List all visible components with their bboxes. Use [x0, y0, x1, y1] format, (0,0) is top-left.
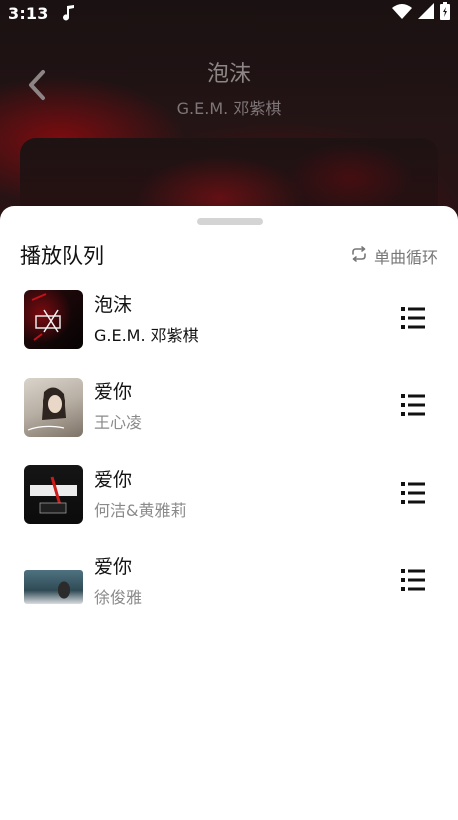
- queue-title: 播放队列: [20, 244, 104, 268]
- queue-item-artist: 何洁&黄雅莉: [94, 500, 187, 520]
- queue-item-artist: 徐俊雅: [94, 588, 143, 608]
- queue-item-menu-button[interactable]: [400, 481, 426, 508]
- list-menu-icon: [401, 394, 425, 420]
- sheet-drag-handle[interactable]: [197, 218, 263, 225]
- repeat-mode-button[interactable]: 单曲循环: [350, 244, 438, 268]
- album-thumbnail: [24, 290, 83, 350]
- music-note-icon: [62, 5, 75, 21]
- battery-icon: [440, 2, 450, 24]
- album-thumbnail: [24, 570, 83, 605]
- queue-item-title: 爱你: [94, 556, 133, 579]
- queue-item-title: 爱你: [94, 468, 133, 491]
- status-time: 3:13: [8, 3, 49, 23]
- wifi-icon: [392, 3, 412, 23]
- now-playing-title: 泡沫: [206, 62, 251, 87]
- repeat-mode-label: 单曲循环: [373, 248, 438, 267]
- queue-item-menu-button[interactable]: [400, 569, 426, 595]
- queue-list: 泡沫 G.E.M. 邓紫棋 爱你 王心凌 爱你 何洁&黄雅莉 爱你 徐俊雅: [0, 276, 458, 626]
- queue-item[interactable]: 爱你 王心凌: [0, 364, 458, 452]
- cellular-signal-icon: [418, 3, 434, 23]
- queue-item-title: 爱你: [94, 381, 133, 404]
- album-thumbnail: [24, 377, 83, 437]
- queue-item-menu-button[interactable]: [400, 306, 426, 333]
- queue-item[interactable]: 泡沫 G.E.M. 邓紫棋: [0, 276, 458, 364]
- list-menu-icon: [401, 569, 425, 595]
- now-playing-artist: G.E.M. 邓紫棋: [176, 99, 282, 118]
- queue-item-artist: G.E.M. 邓紫棋: [94, 325, 199, 345]
- status-bar: 3:13: [0, 0, 458, 26]
- list-menu-icon: [401, 481, 425, 508]
- queue-item[interactable]: 爱你 徐俊雅: [0, 539, 458, 627]
- queue-item-title: 泡沫: [94, 293, 133, 316]
- queue-item-menu-button[interactable]: [400, 394, 426, 420]
- album-thumbnail: [24, 465, 83, 525]
- queue-item-artist: 王心凌: [94, 413, 143, 433]
- play-queue-sheet: 播放队列 单曲循环 泡沫 G.E.M. 邓紫棋 爱你 王心凌 爱你 何洁&黄雅莉…: [0, 206, 458, 820]
- repeat-one-icon: [350, 246, 368, 266]
- queue-item[interactable]: 爱你 何洁&黄雅莉: [0, 451, 458, 539]
- list-menu-icon: [401, 306, 425, 333]
